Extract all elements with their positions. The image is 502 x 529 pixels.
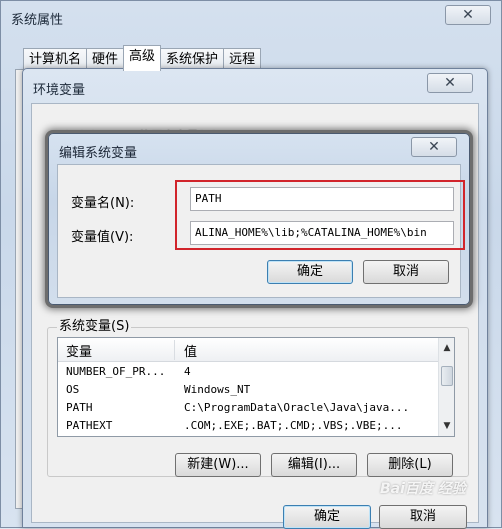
ok-button[interactable]: 确定 [267, 260, 353, 284]
cancel-button[interactable]: 取消 [363, 260, 449, 284]
close-icon: ✕ [444, 75, 456, 91]
close-icon: ✕ [428, 139, 440, 155]
tab-advanced[interactable]: 高级 [123, 45, 162, 71]
window-title: 系统属性 [11, 13, 64, 28]
scroll-thumb[interactable] [441, 366, 453, 386]
row-value: C:\ProgramData\Oracle\Java\java... [184, 401, 410, 414]
row-variable: NUMBER_OF_PR... [66, 365, 166, 378]
watermark-logo: Bai百度 经验 [380, 481, 466, 497]
variable-value-label: 变量值(V): [71, 230, 134, 245]
vertical-scrollbar[interactable]: ▲ ▼ [438, 338, 454, 436]
column-header-variable[interactable]: 变量 [66, 341, 92, 360]
scroll-down-icon[interactable]: ▼ [439, 418, 454, 434]
ok-button[interactable]: 确定 [283, 505, 371, 529]
close-button[interactable]: ✕ [445, 5, 491, 25]
row-value: .COM;.EXE;.BAT;.CMD;.VBS;.VBE;... [184, 419, 403, 432]
table-row[interactable]: PATH C:\ProgramData\Oracle\Java\java... [58, 399, 438, 417]
window-title: 环境变量 [33, 83, 86, 98]
close-button[interactable]: ✕ [427, 73, 473, 93]
table-header: 变量 值 [58, 338, 438, 362]
row-variable: PATH [66, 401, 93, 414]
edit-system-variable-dialog: 编辑系统变量 ✕ 变量名(N): 变量值(V): PATH ALINA_HOME… [48, 133, 470, 305]
row-variable: OS [66, 383, 80, 396]
table-row[interactable]: NUMBER_OF_PR... 4 [58, 363, 438, 381]
cancel-button[interactable]: 取消 [379, 505, 467, 529]
table-row[interactable]: PATHEXT .COM;.EXE;.BAT;.CMD;.VBS;.VBE;..… [58, 417, 438, 435]
close-icon: ✕ [462, 7, 474, 23]
table-row[interactable]: OS Windows_NT [58, 381, 438, 399]
column-header-value[interactable]: 值 [184, 341, 197, 360]
new-variable-button[interactable]: 新建(W)... [175, 453, 261, 477]
edit-variable-button[interactable]: 编辑(I)... [271, 453, 357, 477]
row-value: 4 [184, 365, 191, 378]
dialog-title: 编辑系统变量 [59, 146, 138, 161]
row-value: Windows_NT [184, 383, 251, 396]
delete-variable-button[interactable]: 删除(L) [367, 453, 453, 477]
system-variables-table[interactable]: 变量 值 NUMBER_OF_PR... 4 OS Windows_NT PAT… [57, 337, 455, 437]
system-variables-label: 系统变量(S) [57, 315, 132, 334]
column-divider[interactable] [174, 340, 175, 360]
tab-bar: 计算机名 硬件 高级 系统保护 远程 [23, 45, 262, 71]
row-variable: PATHEXT [66, 419, 113, 432]
scroll-up-icon[interactable]: ▲ [439, 340, 454, 356]
variable-name-label: 变量名(N): [71, 196, 135, 211]
close-button[interactable]: ✕ [411, 137, 457, 157]
highlight-box [175, 180, 465, 250]
